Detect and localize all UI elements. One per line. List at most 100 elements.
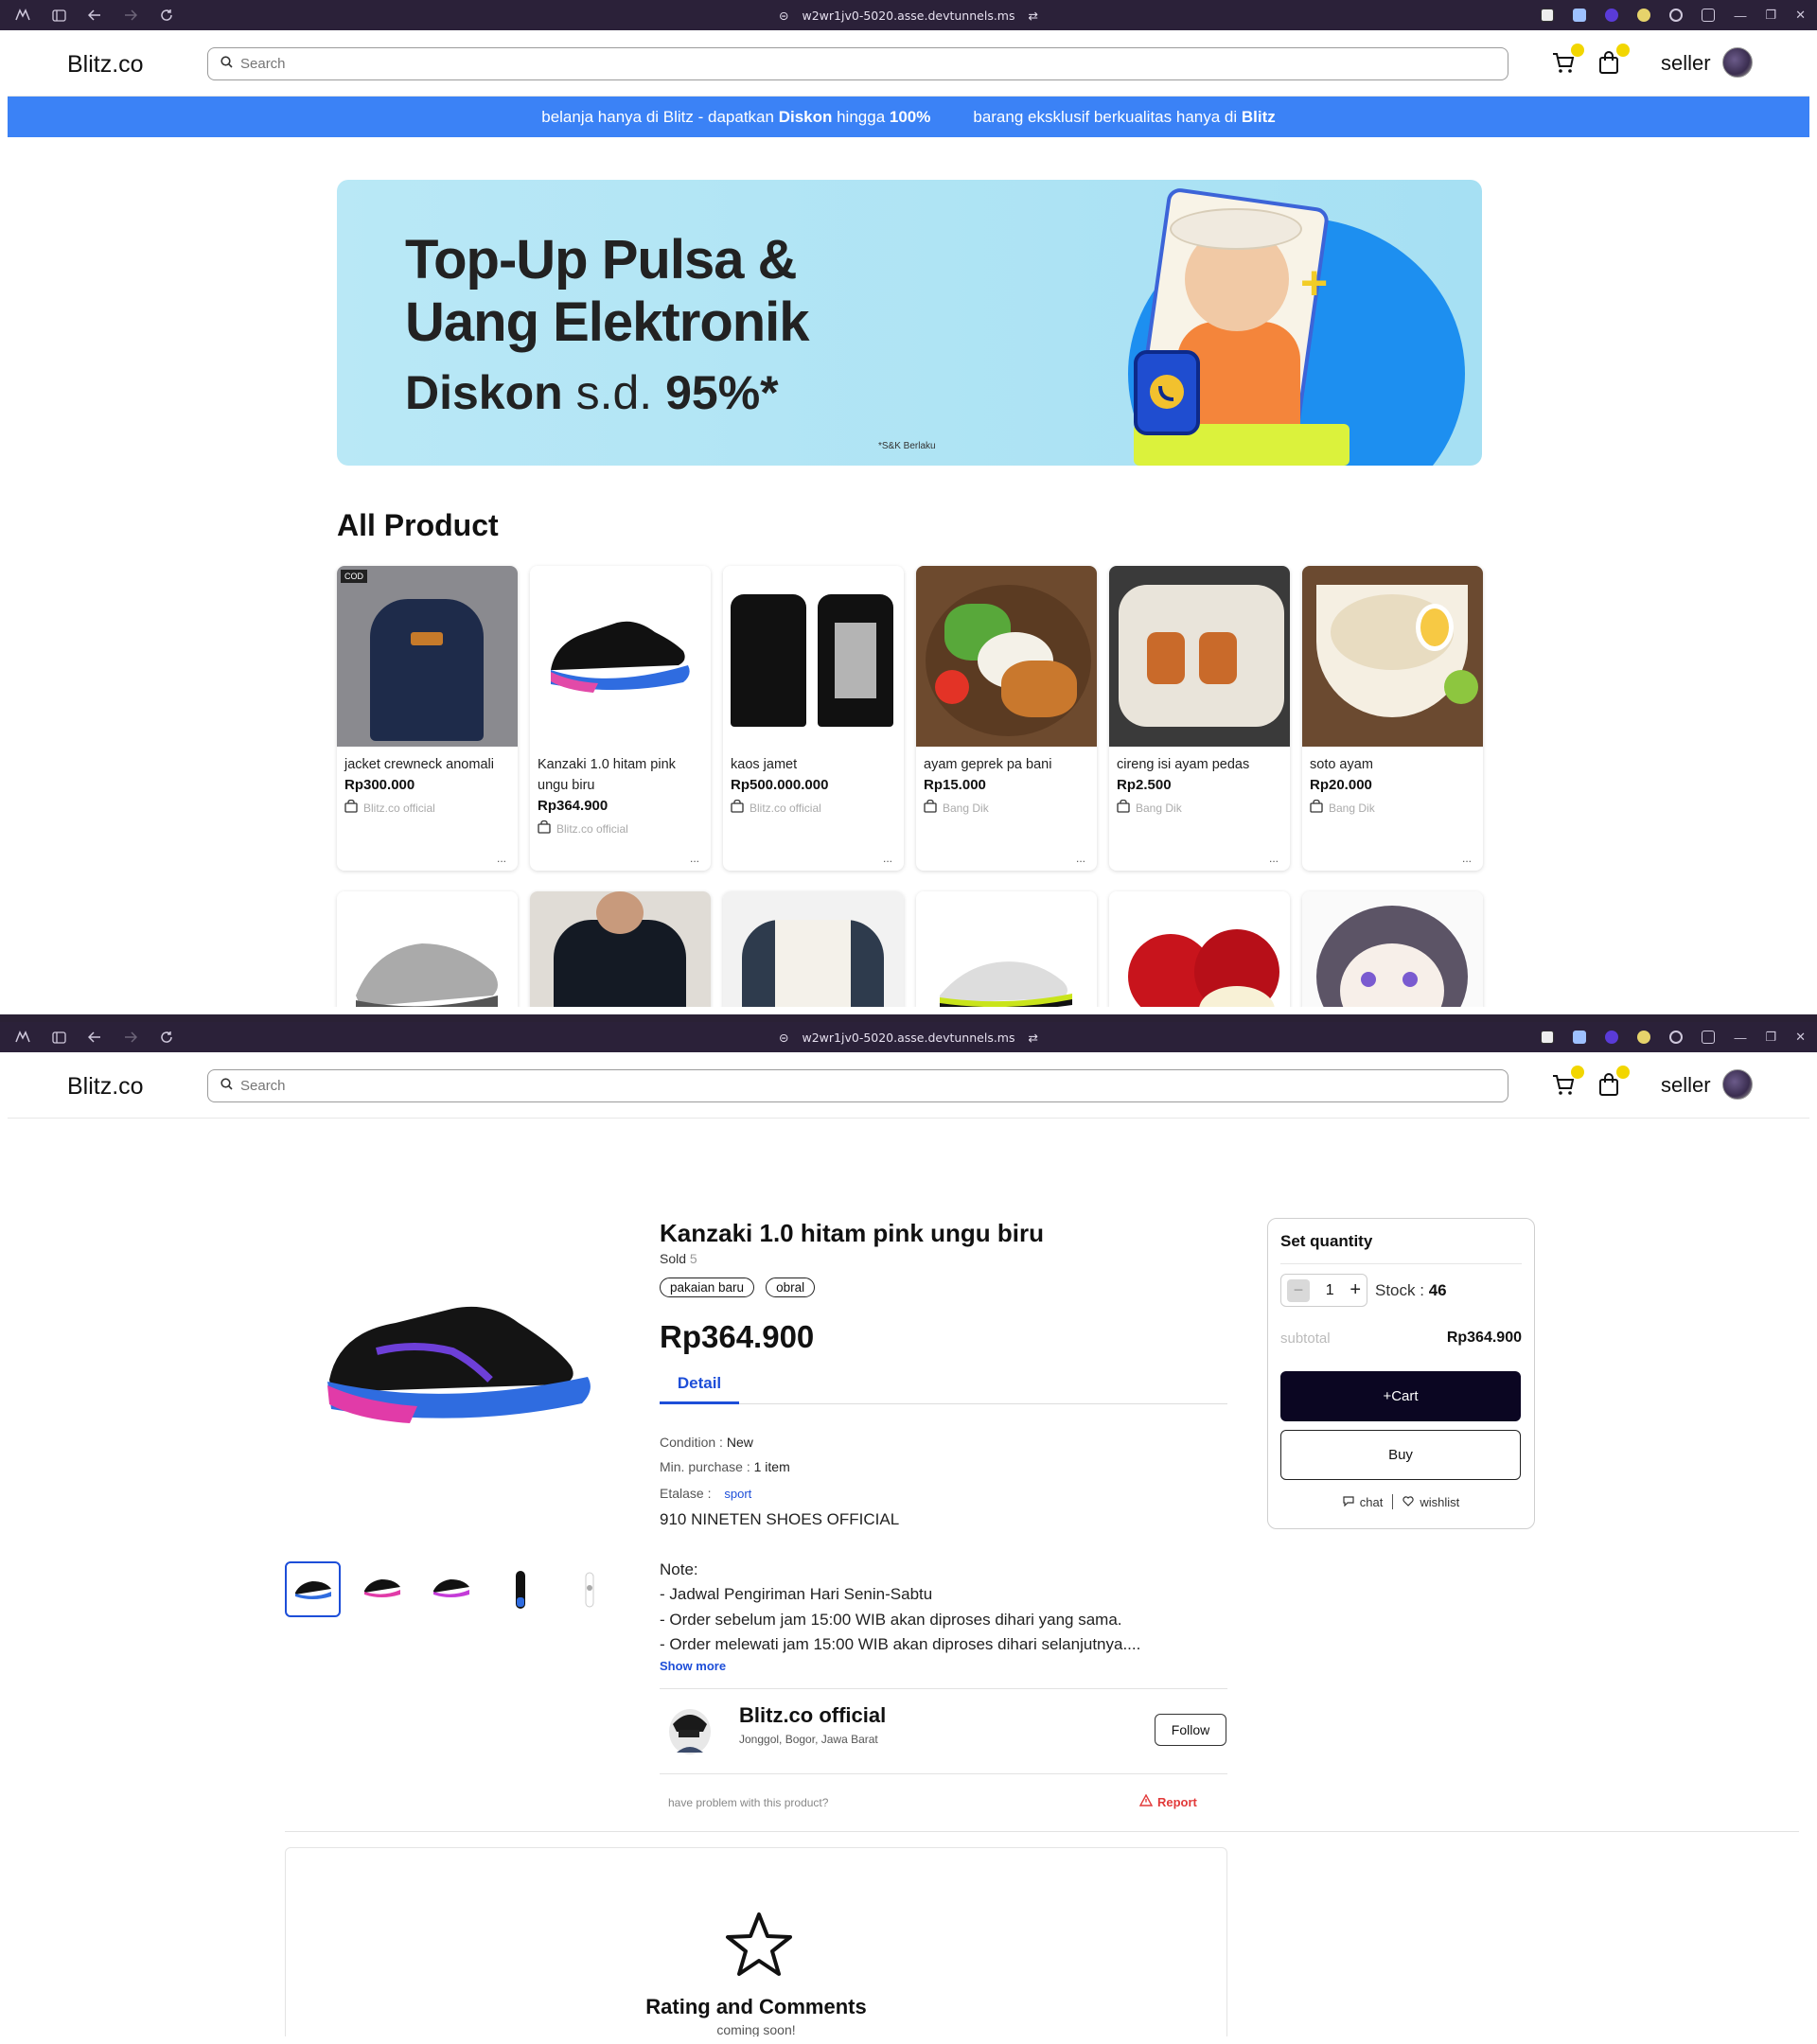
search-bar[interactable] (207, 1069, 1508, 1102)
ai-extension-icon[interactable] (1605, 9, 1619, 22)
check-extension-icon[interactable] (1637, 1031, 1651, 1044)
product-grid-row-2 (337, 891, 1484, 1007)
section-title: All Product (337, 508, 499, 542)
decrement-button[interactable]: − (1287, 1278, 1310, 1302)
tab-detail[interactable]: Detail (660, 1368, 739, 1404)
chat-button[interactable]: chat (1343, 1495, 1383, 1509)
star-icon (724, 1911, 794, 1983)
search-input[interactable] (240, 56, 1399, 72)
shopping-bag-icon[interactable] (1596, 44, 1630, 78)
promo-left-b1: Diskon (778, 107, 833, 126)
quantity-stepper[interactable]: − 1 + (1280, 1274, 1367, 1307)
product-name: Kanzaki 1.0 hitam pink ungu biru (538, 757, 676, 793)
product-name: soto ayam (1310, 757, 1373, 772)
close-icon[interactable]: ✕ (1795, 1030, 1806, 1045)
cart-badge (1571, 1066, 1584, 1079)
ai-extension-icon[interactable] (1605, 1031, 1619, 1044)
promo-text-right: barang eksklusif berkualitas hanya di Bl… (973, 108, 1275, 127)
product-card[interactable]: soto ayam Rp20.000 Bang Dik ... (1302, 566, 1483, 871)
follow-button[interactable]: Follow (1155, 1714, 1226, 1746)
product-card[interactable] (1109, 891, 1290, 1007)
quantity-value[interactable]: 1 (1326, 1282, 1334, 1299)
docs-extension-icon[interactable] (1573, 9, 1587, 22)
restore-icon[interactable]: ❐ (1765, 1030, 1776, 1045)
increment-button[interactable]: + (1350, 1279, 1361, 1301)
thumbnail[interactable] (285, 1561, 341, 1617)
close-icon[interactable]: ✕ (1795, 8, 1806, 23)
site-logo[interactable]: Blitz.co (67, 1073, 144, 1101)
rating-title: Rating and Comments (645, 1995, 867, 2018)
product-card[interactable] (723, 891, 904, 1007)
product-shop-name: Blitz.co official (363, 801, 435, 815)
thumbnail[interactable] (561, 1561, 617, 1617)
avatar[interactable] (1722, 1069, 1753, 1100)
url-text: w2wr1jv0-5020.asse.devtunnels.ms (802, 1031, 1015, 1045)
product-card[interactable]: cireng isi ayam pedas Rp2.500 Bang Dik .… (1109, 566, 1290, 871)
banner-discount-rest: s.d. (562, 366, 666, 419)
shopping-bag-icon[interactable] (1596, 1066, 1630, 1100)
more-options-icon[interactable]: ... (1269, 852, 1279, 865)
more-options-icon[interactable]: ... (883, 852, 892, 865)
etalase-link[interactable]: sport (724, 1487, 751, 1501)
user-name[interactable]: seller (1661, 51, 1711, 76)
tag[interactable]: pakaian baru (660, 1278, 755, 1297)
product-card[interactable]: COD jacket crewneck anomali Rp300.000 Bl… (337, 566, 518, 871)
store-icon (1310, 799, 1323, 816)
product-card[interactable] (1302, 891, 1483, 1007)
condition-label: Condition : (660, 1435, 727, 1450)
notion-extension-icon[interactable] (1541, 1031, 1555, 1044)
site-logo[interactable]: Blitz.co (67, 51, 144, 79)
notion-extension-icon[interactable] (1541, 9, 1555, 22)
more-options-icon[interactable]: ... (497, 852, 506, 865)
thumbnail[interactable] (354, 1561, 410, 1617)
docs-extension-icon[interactable] (1573, 1031, 1587, 1044)
etalase-label: Etalase : (660, 1486, 715, 1501)
tag[interactable]: obral (766, 1278, 816, 1297)
check-extension-icon[interactable] (1637, 9, 1651, 22)
tune-icon[interactable]: ⇄ (1029, 1031, 1038, 1045)
minimize-icon[interactable]: — (1734, 1031, 1746, 1045)
user-name[interactable]: seller (1661, 1073, 1711, 1098)
gear-extension-icon[interactable] (1669, 1031, 1684, 1044)
wishlist-label: wishlist (1420, 1494, 1460, 1509)
more-options-icon[interactable]: ... (1462, 852, 1472, 865)
product-card[interactable]: kaos jamet Rp500.000.000 Blitz.co offici… (723, 566, 904, 871)
desc-line (660, 1533, 1227, 1558)
report-button[interactable]: Report (1138, 1793, 1197, 1809)
product-card[interactable]: ayam geprek pa bani Rp15.000 Bang Dik ..… (916, 566, 1097, 871)
shop-name[interactable]: Blitz.co official (739, 1703, 886, 1728)
browser-window-home: ⊝ w2wr1jv0-5020.asse.devtunnels.ms ⇄ — ❐ ✕… (0, 0, 1817, 1014)
wishlist-button[interactable]: wishlist (1402, 1495, 1459, 1509)
product-card[interactable]: Kanzaki 1.0 hitam pink ungu biru Rp364.9… (530, 566, 711, 871)
add-to-cart-button[interactable]: +Cart (1280, 1371, 1521, 1421)
thumbnail[interactable] (492, 1561, 548, 1617)
minimize-icon[interactable]: — (1734, 9, 1746, 23)
product-shop: Blitz.co official (337, 796, 518, 819)
gear-extension-icon[interactable] (1669, 9, 1684, 22)
product-card[interactable] (337, 891, 518, 1007)
thumbnail[interactable] (423, 1561, 479, 1617)
show-more-link[interactable]: Show more (660, 1659, 726, 1673)
more-options-icon[interactable]: ... (690, 852, 699, 865)
product-shop-name: Blitz.co official (750, 801, 821, 815)
product-card[interactable] (530, 891, 711, 1007)
restore-icon[interactable]: ❐ (1765, 8, 1776, 23)
more-options-icon[interactable]: ... (1076, 852, 1085, 865)
avatar[interactable] (1722, 47, 1753, 78)
buy-button[interactable]: Buy (1280, 1430, 1521, 1480)
min-purchase-label: Min. purchase : (660, 1459, 754, 1474)
product-name: jacket crewneck anomali (344, 757, 494, 772)
report-label: Report (1157, 1794, 1197, 1809)
search-input[interactable] (240, 1078, 1399, 1094)
split-view-icon[interactable] (1702, 1031, 1716, 1044)
promo-banner[interactable]: Top-Up Pulsa & Uang Elektronik Diskon s.d… (337, 180, 1482, 466)
search-bar[interactable] (207, 47, 1508, 80)
stock-value: 46 (1428, 1281, 1447, 1299)
split-view-icon[interactable] (1702, 9, 1716, 22)
shop-avatar[interactable] (663, 1705, 714, 1760)
condition-value: New (726, 1435, 753, 1450)
product-card[interactable] (916, 891, 1097, 1007)
cart-icon[interactable] (1550, 44, 1584, 78)
tune-icon[interactable]: ⇄ (1029, 9, 1038, 23)
cart-icon[interactable] (1550, 1066, 1584, 1100)
